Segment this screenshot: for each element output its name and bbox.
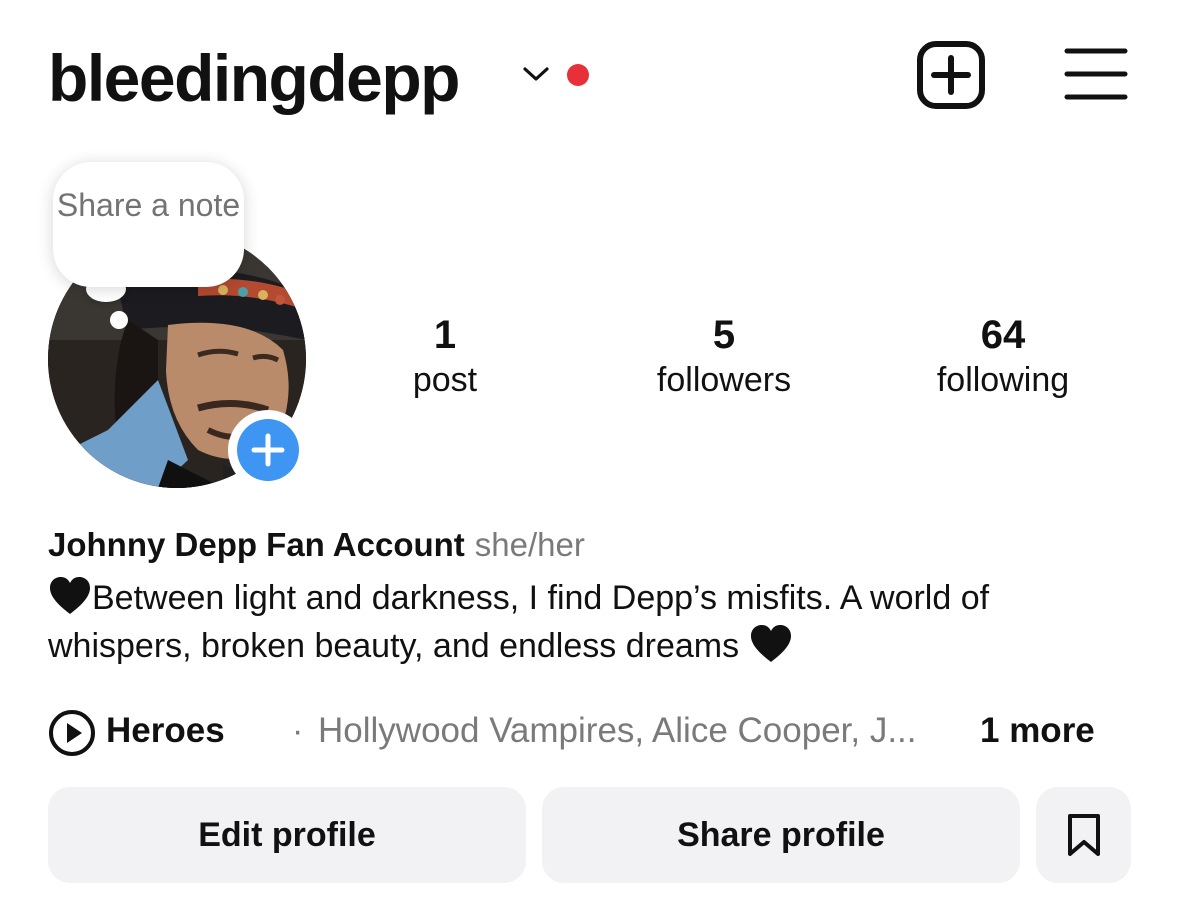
posts-count: 1 [433, 313, 457, 357]
chevron-down-icon[interactable] [521, 64, 551, 84]
black-heart-icon [749, 624, 793, 664]
bookmark-icon [1067, 814, 1100, 856]
following-count: 64 [980, 313, 1026, 357]
posts-label: post [412, 361, 478, 399]
share-note-bubble[interactable]: Share a note [53, 162, 244, 287]
stat-following[interactable]: 64 following [883, 312, 1123, 402]
song-artists: Hollywood Vampires, Alice Cooper, J... [318, 711, 917, 750]
profile-music[interactable]: Heroes · Hollywood Vampires, Alice Coope… [48, 706, 1148, 756]
followers-count: 5 [712, 313, 736, 357]
note-bubble-dot [110, 311, 128, 329]
plus-square-icon[interactable] [916, 40, 986, 110]
pronouns: she/her [474, 526, 585, 563]
hamburger-menu-icon[interactable] [1064, 46, 1128, 102]
edit-profile-button[interactable]: Edit profile [48, 787, 526, 883]
save-button[interactable] [1036, 787, 1131, 883]
notification-dot [567, 64, 589, 86]
add-story-button[interactable] [228, 410, 308, 490]
profile-header: bleedingdepp [0, 0, 1179, 150]
name-line: Johnny Depp Fan Account she/her [48, 524, 585, 566]
song-title: Heroes [106, 711, 225, 750]
following-label: following [936, 361, 1070, 399]
plus-icon [251, 433, 285, 467]
stat-followers[interactable]: 5 followers [604, 312, 844, 402]
bio-text: Between light and darkness, I find Depp’… [48, 579, 990, 665]
more-link[interactable]: 1 more [980, 706, 1095, 756]
followers-label: followers [656, 361, 792, 399]
share-profile-button[interactable]: Share profile [542, 787, 1020, 883]
note-text: Share a note [56, 187, 241, 223]
stat-posts[interactable]: 1 post [325, 312, 565, 402]
black-heart-icon [48, 576, 92, 616]
display-name: Johnny Depp Fan Account [48, 526, 465, 563]
music-separator: · [292, 712, 304, 750]
bio: Between light and darkness, I find Depp’… [48, 574, 1138, 670]
add-story-circle [237, 419, 299, 481]
play-circle-icon [49, 710, 95, 756]
username[interactable]: bleedingdepp [48, 38, 461, 118]
